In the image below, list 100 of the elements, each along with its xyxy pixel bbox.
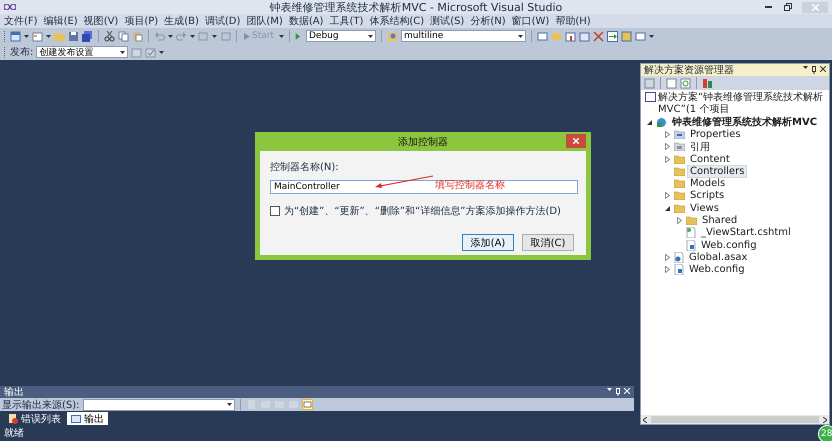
scroll-right-icon[interactable] [823,416,827,422]
pin-icon[interactable] [616,388,620,396]
caret-icon[interactable] [803,66,808,69]
find-in-files-icon[interactable] [387,30,398,42]
find-dropdown[interactable]: multiline [401,30,526,42]
collapsed-arrow-icon[interactable] [665,156,670,163]
tools-icon[interactable] [593,30,604,42]
annotation-arrow [374,175,434,189]
tree-item[interactable]: Views [687,202,722,215]
caret-icon [24,34,29,38]
status-text: 就绪 [4,426,24,440]
dialog-button[interactable]: 添加(A) [462,234,514,251]
caret-icon [159,50,164,54]
folder-icon [686,216,697,226]
paste-icon[interactable] [132,30,143,42]
tree-item[interactable]: Properties [687,128,744,141]
menu-item[interactable]: 文件(F) [4,14,38,28]
tree-item[interactable]: Shared [699,214,740,228]
close-icon [573,138,579,144]
output-source-dropdown[interactable] [82,398,235,410]
caret-icon [190,34,195,38]
tree-item[interactable]: Models [687,177,728,190]
tree-item[interactable]: Scripts [687,189,728,202]
collapsed-arrow-icon[interactable] [665,192,670,200]
window-icon[interactable] [537,30,548,42]
tree-item[interactable]: Web.config [686,263,748,276]
caret-icon[interactable] [607,388,612,391]
tree-item[interactable]: _ViewStart.cshtml [698,226,794,240]
scroll-left-icon[interactable] [643,416,647,422]
menu-item[interactable]: 分析(N) [470,14,506,28]
tree-item[interactable]: Web.config [698,238,760,252]
menu-item[interactable]: 编辑(E) [44,14,78,28]
panel-tab[interactable]: 错误列表 [4,412,65,425]
caret-icon [212,34,217,38]
publish-settings-icon[interactable] [145,46,156,58]
tree-item[interactable]: Global.asax [686,250,750,264]
dialog-button[interactable]: 取消(C) [522,234,574,251]
tree-item[interactable]: Controllers [687,164,748,178]
chart-window-icon[interactable] [565,30,576,42]
add-item-icon[interactable] [32,30,43,42]
solution-icon [645,92,656,102]
dialog-title: 添加控制器 [398,136,448,148]
menu-item[interactable]: 调试(D) [204,14,240,28]
caret-icon [46,34,51,38]
restore-icon [784,3,792,11]
word-wrap-icon[interactable] [302,399,313,410]
gear-file-icon [674,252,684,263]
collapsed-arrow-icon[interactable] [677,217,682,224]
checkbox[interactable] [270,206,280,216]
collapsed-arrow-icon[interactable] [665,143,670,150]
menu-item[interactable]: 窗口(W) [512,14,550,28]
command-window-icon[interactable] [635,30,646,42]
menu-item[interactable]: 体系结构(C) [369,14,424,28]
config-file-icon [686,240,696,251]
caret-icon [279,34,284,38]
show-all-files-icon[interactable] [666,78,677,88]
menu-item[interactable]: 生成(B) [164,14,199,28]
panel-tab[interactable]: 输出 [67,412,108,425]
save-all-icon[interactable] [82,30,93,42]
collapsed-arrow-icon[interactable] [665,266,670,274]
reference-folder-icon [674,142,685,152]
expanded-arrow-icon[interactable] [647,120,652,125]
folder-icon [674,191,685,200]
tree-item[interactable]: 解决方案“钟表维修管理系统技术解析MVC”(1 个项目 [658,92,827,116]
menu-item[interactable]: 项目(P) [124,14,158,28]
new-project-icon[interactable] [10,30,21,42]
panel-title: 解决方案资源管理器 [644,64,734,77]
menu-item[interactable]: 数据(A) [288,14,324,28]
close-button[interactable] [566,134,586,148]
horizontal-scrollbar[interactable] [641,415,829,424]
tree-item[interactable]: 钟表维修管理系统技术解析MVC [669,114,820,130]
caret-icon [518,34,523,38]
caret-icon [368,34,373,38]
menu-item[interactable]: 工具(T) [329,14,364,28]
expanded-arrow-icon[interactable] [665,206,670,211]
pin-icon[interactable] [812,66,816,74]
publish-profile-dropdown[interactable]: 创建发布设置 [36,46,128,58]
configuration-dropdown[interactable]: Debug [306,30,376,42]
restore-button[interactable] [782,2,794,12]
caret-icon [168,34,173,38]
menu-item[interactable]: 测试(S) [430,14,464,28]
close-icon [812,4,818,10]
folder-icon [674,166,685,176]
collapsed-arrow-icon[interactable] [665,130,670,138]
copy-icon[interactable] [118,30,129,42]
close-icon[interactable] [820,66,826,72]
arrow-window-icon[interactable] [607,30,618,42]
refresh-icon[interactable] [680,78,691,88]
menu-item[interactable]: 帮助(H) [555,14,591,28]
cut-icon[interactable] [104,30,115,42]
web-project-icon [656,116,667,128]
publish-label: 发布: [10,46,34,59]
menu-item[interactable]: 视图(V) [84,14,118,28]
menu-item[interactable]: 团队(M) [246,14,283,28]
save-icon[interactable] [68,30,79,42]
collapsed-arrow-icon[interactable] [665,254,670,261]
wrench-folder-icon [674,130,685,139]
tree-item[interactable]: 引用 [687,138,713,155]
tree-item[interactable]: Content [687,152,733,166]
class-diagram-icon[interactable] [702,78,713,88]
